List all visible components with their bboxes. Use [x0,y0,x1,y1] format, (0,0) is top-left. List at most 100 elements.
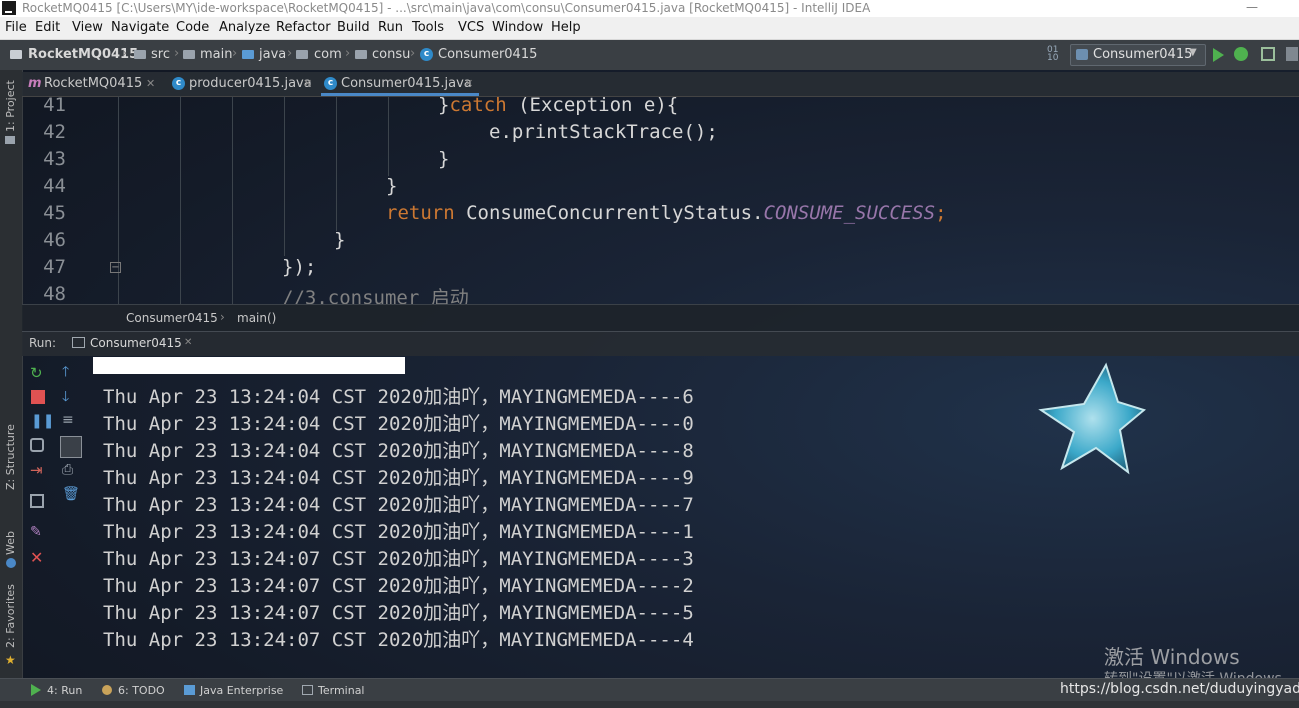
menu-run[interactable]: Run [378,20,403,35]
menu-help[interactable]: Help [551,20,581,35]
csdn-watermark-url: https://blog.csdn.net/duduyingyad [1060,681,1299,697]
tab-label: producer0415.java [189,76,312,91]
favorites-tool-tab[interactable]: 2: Favorites [4,584,17,648]
close-icon[interactable]: ✕ [464,77,473,90]
profile-icon[interactable] [1286,47,1298,61]
terminal-tool-tab[interactable]: Terminal [318,684,365,697]
fold-icon[interactable]: − [110,262,121,273]
status-bar [0,701,1299,708]
coverage-icon[interactable] [1261,47,1275,61]
redacted-output [93,357,405,374]
menu-bar: File Edit View Navigate Code Analyze Ref… [0,17,1299,40]
structure-tool-tab[interactable]: Z: Structure [4,424,17,490]
run-icon [31,684,41,696]
trash-icon[interactable]: 🗑 [62,486,80,502]
line-number: 47 [43,256,66,278]
close-icon[interactable]: ✕ [30,548,43,567]
exit-icon[interactable]: ⇥ [30,461,43,479]
layout-icon[interactable] [30,494,44,508]
arrow-down-icon[interactable]: 🡓 [62,386,69,410]
run-config-icon [1076,49,1088,60]
module-icon: m [28,76,42,91]
breadcrumb-separator: › [287,46,293,61]
class-icon: c [172,77,185,90]
breadcrumb-class[interactable]: Consumer0415 [438,47,537,62]
line-number: 48 [43,283,66,304]
code-editor[interactable]: 41 }catch (Exception e){ 42 e.printStack… [22,96,1299,304]
menu-refactor[interactable]: Refactor [276,20,331,35]
keyword: return [386,202,455,224]
breadcrumb-method[interactable]: main() [237,311,276,325]
camera-icon[interactable] [30,438,44,452]
code-line: return ConsumeConcurrentlyStatus.CONSUME… [386,202,947,224]
web-tool-tab[interactable]: Web [4,531,17,555]
soft-wrap-icon[interactable]: ≡ [62,412,74,428]
java-enterprise-tool-tab[interactable]: Java Enterprise [200,684,283,697]
close-icon[interactable]: ✕ [184,337,192,348]
decorative-star-icon [1038,362,1146,475]
console-line: Thu Apr 23 13:24:07 CST 2020加油吖，MAYINGME… [103,575,694,597]
print-icon[interactable]: ⎙ [62,462,73,478]
window-title: RocketMQ0415 [C:\Users\MY\ide-workspace\… [22,1,871,15]
breadcrumb-main[interactable]: main [200,47,232,62]
project-tool-tab[interactable]: 1: Project [4,80,17,132]
run-tab[interactable]: Consumer0415 [90,336,182,350]
package-icon [355,50,367,59]
sort-icon[interactable]: 01 10 [1047,46,1058,63]
indent-guide [336,96,337,231]
todo-tool-tab[interactable]: 6: TODO [118,684,165,697]
tab-rocketmq0415[interactable]: m RocketMQ0415 ✕ [28,72,168,96]
intellij-logo-icon [2,1,16,15]
run-tool-tab[interactable]: 4: Run [47,684,82,697]
breadcrumb-separator: › [220,310,225,324]
web-icon [6,558,16,568]
tab-producer0415[interactable]: c producer0415.java ✕ [172,72,320,96]
scroll-to-end-icon[interactable] [60,436,82,458]
console-line: Thu Apr 23 13:24:04 CST 2020加油吖，MAYINGME… [103,440,694,462]
class-icon: c [324,77,337,90]
run-icon[interactable] [1213,48,1224,62]
project-folder-icon [5,136,15,144]
pin-icon[interactable]: ✎ [30,524,42,540]
pause-icon[interactable]: ❚❚ [31,413,54,429]
breadcrumb-com[interactable]: com [314,47,342,62]
arrow-up-icon[interactable]: 🡑 [62,361,69,385]
tab-label: Consumer0415.java [341,76,472,91]
menu-build[interactable]: Build [337,20,370,35]
breadcrumb-consu[interactable]: consu [372,47,410,62]
code-line: }); [282,256,317,278]
menu-tools[interactable]: Tools [412,20,444,35]
code-comment: //3.consumer 启动 [282,287,469,304]
breadcrumb-src[interactable]: src [151,47,170,62]
code-line: } [438,148,450,170]
tab-consumer0415[interactable]: c Consumer0415.java ✕ [321,72,479,96]
menu-view[interactable]: View [72,20,103,35]
console-line: Thu Apr 23 13:24:04 CST 2020加油吖，MAYINGME… [103,386,694,408]
chevron-down-icon: ▼ [1189,47,1197,58]
menu-edit[interactable]: Edit [35,20,60,35]
menu-file[interactable]: File [5,20,27,35]
menu-analyze[interactable]: Analyze [219,20,270,35]
title-bar: RocketMQ0415 [C:\Users\MY\ide-workspace\… [0,0,1299,17]
code-line: e.printStackTrace(); [489,121,718,143]
menu-vcs[interactable]: VCS [458,20,484,35]
console-icon [72,337,85,348]
close-icon[interactable]: ✕ [146,77,155,90]
breadcrumb-class[interactable]: Consumer0415 [126,311,218,325]
stop-icon[interactable] [31,390,45,404]
menu-window[interactable]: Window [492,20,543,35]
minimize-icon[interactable]: — [1242,0,1262,17]
code-text: ConsumeConcurrentlyStatus. [454,202,764,224]
menu-navigate[interactable]: Navigate [111,20,169,35]
run-configuration-select[interactable]: Consumer0415 ▼ [1070,44,1206,66]
folder-icon [134,50,146,59]
menu-code[interactable]: Code [176,20,209,35]
run-panel-header: Run: Consumer0415 ✕ [22,331,1299,356]
editor-breadcrumb: Consumer0415 › main() [22,304,1299,331]
debug-icon[interactable] [1234,47,1248,61]
rerun-icon[interactable]: ↻ [30,364,43,382]
close-icon[interactable]: ✕ [303,77,312,90]
breadcrumb-java[interactable]: java [259,47,286,62]
console-line: Thu Apr 23 13:24:04 CST 2020加油吖，MAYINGME… [103,467,694,489]
indent-guide [388,96,389,176]
